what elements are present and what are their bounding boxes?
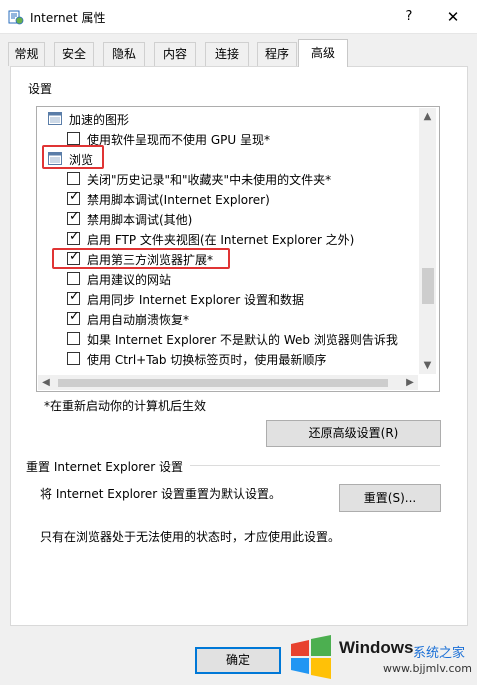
option-label: 使用 Ctrl+Tab 切换标签页时，使用最新顺序 [87,353,327,367]
option-suggested-sites[interactable]: 启用建议的网站 [45,269,415,289]
option-ctrl-tab-order[interactable]: 使用 Ctrl+Tab 切换标签页时，使用最新顺序 [45,349,415,369]
scroll-thumb[interactable] [422,268,434,304]
option-label: 禁用脚本调试(其他) [87,213,193,227]
close-button[interactable]: ✕ [438,6,468,28]
checkbox[interactable] [67,332,80,345]
restore-advanced-button[interactable]: 还原高级设置(R) [266,420,441,447]
option-disable-script-debug-ie[interactable]: ✓ 禁用脚本调试(Internet Explorer) [45,189,415,209]
highlight-browse-group [42,145,104,169]
option-default-browser-notify[interactable]: 如果 Internet Explorer 不是默认的 Web 浏览器则告诉我 [45,329,415,349]
tab-privacy[interactable]: 隐私 [103,42,145,66]
option-sync-settings[interactable]: ✓ 启用同步 Internet Explorer 设置和数据 [45,289,415,309]
graphics-folder-icon [48,112,62,125]
option-label: 禁用脚本调试(Internet Explorer) [87,193,270,207]
reset-header: 重置 Internet Explorer 设置 [26,460,184,474]
check-mark-icon: ✓ [69,229,80,244]
checkbox-checked[interactable]: ✓ [67,189,80,205]
check-mark-icon: ✓ [69,289,80,304]
watermark-cn: 系统之家 [413,646,466,661]
watermark: Windows 系统之家 www.bjjmlv.com [283,630,477,685]
check-mark-icon: ✓ [69,209,80,224]
checkbox[interactable] [67,272,80,285]
tab-advanced[interactable]: 高级 [298,39,348,67]
checkbox-checked[interactable]: ✓ [67,289,80,305]
settings-header: 设置 [28,82,53,96]
checkbox-checked[interactable]: ✓ [67,309,80,325]
option-crash-recovery[interactable]: ✓ 启用自动崩溃恢复* [45,309,415,329]
tab-programs[interactable]: 程序 [257,42,297,66]
group-label: 加速的图形 [69,113,130,127]
scroll-up-icon[interactable]: ▲ [419,108,436,125]
checkbox-checked[interactable]: ✓ [67,209,80,225]
highlight-third-party-extensions [52,248,230,269]
option-close-unused-folders[interactable]: 关闭"历史记录"和"收藏夹"中未使用的文件夹* [45,169,415,189]
tab-general[interactable]: 常规 [8,42,45,66]
watermark-url: www.bjjmlv.com [383,662,472,675]
check-mark-icon: ✓ [69,189,80,204]
windows-logo-icon [291,635,331,679]
option-label: 启用同步 Internet Explorer 设置和数据 [87,293,305,307]
scroll-thumb[interactable] [58,379,388,387]
checkbox-checked[interactable]: ✓ [67,229,80,245]
scroll-down-icon[interactable]: ▼ [419,357,436,374]
tree-group-graphics[interactable]: 加速的图形 [45,109,415,129]
check-mark-icon: ✓ [69,309,80,324]
checkbox[interactable] [67,352,80,365]
title-bar[interactable]: Internet 属性 ? ✕ [0,0,477,34]
tab-content[interactable]: 内容 [154,42,196,66]
option-label: 启用自动崩溃恢复* [87,313,190,327]
tab-connections[interactable]: 连接 [205,42,249,66]
option-ftp-folder-view[interactable]: ✓ 启用 FTP 文件夹视图(在 Internet Explorer 之外) [45,229,415,249]
restart-note: *在重新启动你的计算机后生效 [44,399,207,413]
option-label: 使用软件呈现而不使用 GPU 呈现* [87,133,270,147]
internet-options-icon [8,10,24,25]
horizontal-scrollbar[interactable]: ◀ ▶ [38,375,418,390]
window-title: Internet 属性 [30,11,106,25]
reset-description: 将 Internet Explorer 设置重置为默认设置。 [40,487,282,501]
reset-group-divider [190,465,440,466]
option-disable-script-debug-other[interactable]: ✓ 禁用脚本调试(其他) [45,209,415,229]
watermark-brand: Windows [339,638,414,657]
tab-security[interactable]: 安全 [54,42,94,66]
checkbox[interactable] [67,172,80,185]
option-label: 启用 FTP 文件夹视图(在 Internet Explorer 之外) [87,233,355,247]
checkbox[interactable] [67,132,80,145]
scroll-left-icon[interactable]: ◀ [38,375,54,390]
scroll-right-icon[interactable]: ▶ [402,375,418,390]
option-label: 关闭"历史记录"和"收藏夹"中未使用的文件夹* [87,173,332,187]
reset-note: 只有在浏览器处于无法使用的状态时，才应使用此设置。 [40,530,341,544]
reset-button[interactable]: 重置(S)... [339,484,441,512]
option-label: 启用建议的网站 [87,273,172,287]
vertical-scrollbar[interactable]: ▲ ▼ [419,108,436,374]
option-label: 如果 Internet Explorer 不是默认的 Web 浏览器则告诉我 [87,333,398,347]
ok-button[interactable]: 确定 [195,647,281,674]
help-button[interactable]: ? [398,6,420,28]
